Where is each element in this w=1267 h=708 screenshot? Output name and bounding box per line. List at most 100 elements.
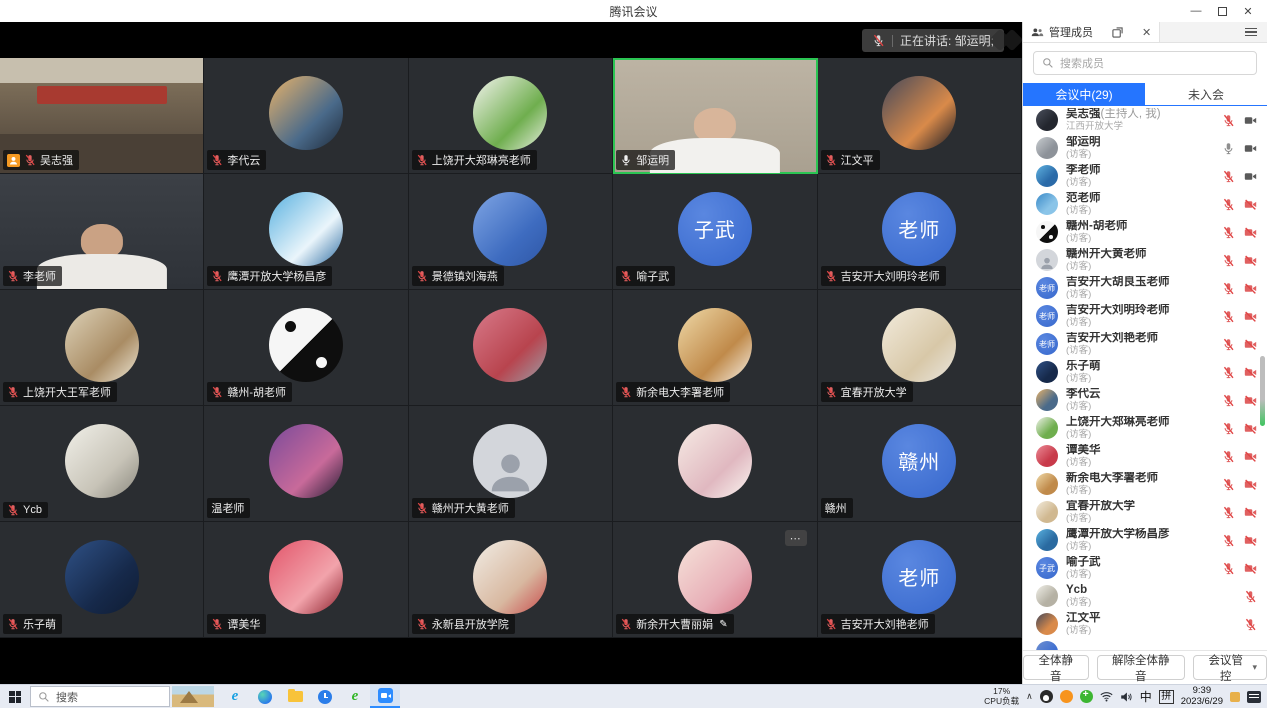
member-row[interactable]: 鹰潭开放大学杨昌彦(访客): [1023, 526, 1267, 554]
avatar: 老师: [1036, 305, 1058, 327]
member-row[interactable]: 邹运明(访客): [1023, 134, 1267, 162]
member-row[interactable]: 江文平(访客): [1023, 610, 1267, 638]
edit-name-icon[interactable]: ✎: [719, 619, 727, 630]
video-tile-ycb[interactable]: Ycb: [0, 406, 204, 522]
video-tile-tanmeihua[interactable]: 谭美华: [204, 522, 408, 638]
mute-all-button[interactable]: 全体静音: [1023, 655, 1089, 680]
video-tile-liumingling[interactable]: 老师吉安开大刘明玲老师: [818, 174, 1022, 290]
video-tile-blossom[interactable]: [409, 290, 613, 406]
tab-not-joined[interactable]: 未入会: [1145, 83, 1267, 105]
member-row[interactable]: 老师吉安开大胡良玉老师(访客): [1023, 274, 1267, 302]
clock-icon: [318, 690, 332, 704]
tray-expand-button[interactable]: ∧: [1026, 691, 1033, 702]
tile-more-button[interactable]: ⋯: [785, 530, 807, 546]
member-row[interactable]: 宜春开放大学(访客): [1023, 498, 1267, 526]
qq-tray-icon[interactable]: [1040, 690, 1053, 703]
windows-logo-icon: [9, 691, 21, 703]
member-row[interactable]: 李老师(访客): [1023, 162, 1267, 190]
video-tile-wuzhiqiang[interactable]: 吴志强: [0, 58, 204, 174]
search-input[interactable]: 搜索成员: [1033, 51, 1257, 75]
meeting-control-button[interactable]: 会议管控 ▾: [1193, 655, 1267, 680]
video-tile-yuziwu[interactable]: 子武喻子武: [613, 174, 817, 290]
member-row[interactable]: Ycb(访客): [1023, 582, 1267, 610]
avatar: 老师: [882, 192, 956, 266]
tray-icon-green-plus[interactable]: [1080, 690, 1093, 703]
video-tile-lishu[interactable]: 新余电大李署老师: [613, 290, 817, 406]
ie-app-button[interactable]: e: [220, 685, 250, 708]
video-tile-ganzhou-hu[interactable]: 赣州-胡老师: [204, 290, 408, 406]
tencent-meeting-app-button[interactable]: [370, 685, 400, 708]
member-row[interactable]: 赣州-胡老师(访客): [1023, 218, 1267, 246]
member-subtitle: (访客): [1066, 346, 1214, 356]
video-tile-lidaiyun[interactable]: 李代云: [204, 58, 408, 174]
video-tile-yongxin[interactable]: 永新县开放学院: [409, 522, 613, 638]
popout-icon[interactable]: [1112, 27, 1123, 38]
browser-360-app-button[interactable]: e: [340, 685, 370, 708]
ime-mode-indicator[interactable]: 拼: [1159, 690, 1174, 704]
video-tile-liuyan[interactable]: 老师吉安开大刘艳老师: [818, 522, 1022, 638]
member-row[interactable]: 李代云(访客): [1023, 386, 1267, 414]
tab-manage-members[interactable]: 管理成员 ✕: [1023, 22, 1160, 42]
participant-name-label: 新余开大曹丽娟✎: [616, 614, 733, 634]
avatar: [1036, 501, 1058, 523]
scrollbar[interactable]: [1260, 356, 1265, 426]
member-row[interactable]: 老师吉安开大刘明玲老师(访客): [1023, 302, 1267, 330]
members-icon: [1031, 26, 1044, 39]
participant-name: 赣州: [825, 500, 847, 516]
avatar: [1036, 613, 1058, 635]
video-tile-yangchangyan[interactable]: 鹰潭开放大学杨昌彦: [204, 174, 408, 290]
video-tile-zouyunming[interactable]: 邹运明: [613, 58, 817, 174]
video-tile-caolijuan[interactable]: 新余开大曹丽娟✎ ⋯: [613, 522, 817, 638]
network-icon[interactable]: [1100, 691, 1113, 702]
notification-center-button[interactable]: [1247, 691, 1261, 703]
video-tile-wangjun[interactable]: 上饶开大王军老师: [0, 290, 204, 406]
panel-menu-icon[interactable]: [1245, 28, 1267, 37]
member-row[interactable]: 子武喻子武(访客): [1023, 554, 1267, 582]
member-row[interactable]: 上饶开大郑琳亮老师(访客): [1023, 414, 1267, 442]
member-subtitle: (访客): [1066, 598, 1236, 608]
video-tile-lezimeng[interactable]: 乐子萌: [0, 522, 204, 638]
mic-on-icon: [620, 154, 632, 166]
taskbar-search-input[interactable]: 搜索: [30, 686, 170, 707]
clock-app-button[interactable]: [310, 685, 340, 708]
explorer-app-button[interactable]: [280, 685, 310, 708]
member-row[interactable]: 范老师(访客): [1023, 190, 1267, 218]
video-tile-huanglaoshi[interactable]: 赣州开大黄老师: [409, 406, 613, 522]
member-list-container: 吴志强(主持人, 我)江西开放大学邹运明(访客)李老师(访客)范老师(访客)赣州…: [1023, 106, 1267, 650]
watermark: [990, 26, 1030, 54]
video-tile-wenlaoshi[interactable]: 温老师: [204, 406, 408, 522]
member-row[interactable]: 赣州开大黄老师(访客): [1023, 246, 1267, 274]
member-row[interactable]: 新余电大李署老师(访客): [1023, 470, 1267, 498]
tray-icon-square[interactable]: [1230, 692, 1240, 702]
mic-muted-icon: [1222, 450, 1235, 463]
video-tile-ganzhou[interactable]: 赣州赣州: [818, 406, 1022, 522]
edge-app-button[interactable]: [250, 685, 280, 708]
ime-language-indicator[interactable]: 中: [1140, 688, 1152, 705]
video-tile-liuhaiyan[interactable]: 景德镇刘海燕: [409, 174, 613, 290]
tab-in-meeting[interactable]: 会议中(29): [1023, 83, 1145, 105]
unmute-all-button[interactable]: 解除全体静音: [1097, 655, 1185, 680]
cpu-load-widget[interactable]: 17% CPU负载: [984, 687, 1019, 706]
video-tile-yichun[interactable]: 宜春开放大学: [818, 290, 1022, 406]
member-row[interactable]: 老师吉安开大刘艳老师(访客): [1023, 330, 1267, 358]
person-icon: [1039, 255, 1055, 271]
video-tile-jiangwenping[interactable]: 江文平: [818, 58, 1022, 174]
start-button[interactable]: [0, 685, 30, 708]
video-tile-lilaoshi[interactable]: 李老师: [0, 174, 204, 290]
minimize-button[interactable]: —: [1185, 2, 1207, 20]
desktop-thumbnail[interactable]: [172, 686, 214, 707]
member-row[interactable]: 谭美华(访客): [1023, 442, 1267, 470]
video-tile-girl[interactable]: [613, 406, 817, 522]
close-button[interactable]: ✕: [1237, 2, 1259, 20]
member-row[interactable]: 乐子萌(访客): [1023, 358, 1267, 386]
tray-icon-orange[interactable]: [1060, 690, 1073, 703]
mic-muted-icon: [1222, 478, 1235, 491]
avatar: [1036, 109, 1058, 131]
maximize-button[interactable]: [1211, 2, 1233, 20]
member-row[interactable]: 吴志强(主持人, 我)江西开放大学: [1023, 106, 1267, 134]
taskbar-clock[interactable]: 9:39 2023/6/29: [1181, 686, 1223, 708]
panel-close-icon[interactable]: ✕: [1142, 26, 1151, 39]
video-tile-zhenglinliang[interactable]: 上饶开大郑琳亮老师: [409, 58, 613, 174]
volume-icon[interactable]: [1120, 691, 1133, 703]
member-row[interactable]: [1023, 638, 1267, 650]
